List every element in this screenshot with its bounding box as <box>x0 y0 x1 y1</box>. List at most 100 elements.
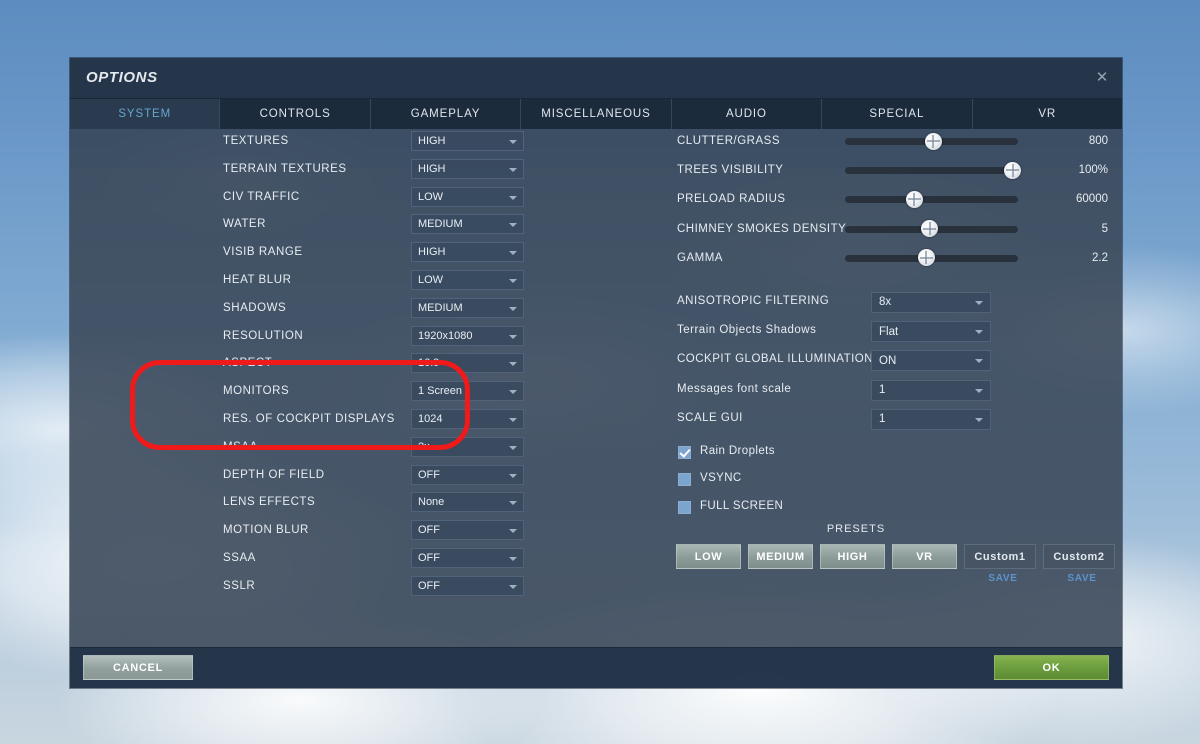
cancel-button[interactable]: CANCEL <box>83 655 193 680</box>
preset-button-vr[interactable]: VR <box>892 544 957 569</box>
setting-label: RESOLUTION <box>223 330 303 342</box>
dropdown-value: MEDIUM <box>418 218 463 230</box>
slider-thumb[interactable] <box>918 249 935 266</box>
slider-trees-visibility[interactable] <box>845 167 1018 174</box>
setting-label: ASPECT <box>223 357 272 369</box>
preset-button-custom2[interactable]: Custom2 <box>1043 544 1115 569</box>
slider-thumb[interactable] <box>925 133 942 150</box>
chevron-down-icon <box>509 390 517 394</box>
setting-row-textures: TEXTURES HIGH <box>70 129 590 157</box>
dropdown-motion-blur[interactable]: OFF <box>411 520 524 540</box>
setting-row-monitors: MONITORS 1 Screen <box>70 379 590 407</box>
preset-button-low[interactable]: LOW <box>676 544 741 569</box>
checkbox-label[interactable]: FULL SCREEN <box>700 500 783 512</box>
dropdown-res-of-cockpit-displays[interactable]: 1024 <box>411 409 524 429</box>
chevron-down-icon <box>509 196 517 200</box>
setting-row-shadows: SHADOWS MEDIUM <box>70 296 590 324</box>
dropdown-lens-effects[interactable]: None <box>411 492 524 512</box>
dropdown-value: 8x <box>879 296 891 308</box>
checkbox-label[interactable]: Rain Droplets <box>700 445 775 457</box>
slider-row-preload-radius: PRELOAD RADIUS 60000 <box>590 187 1122 216</box>
checkbox-label[interactable]: VSYNC <box>700 472 742 484</box>
setting-label: TERRAIN TEXTURES <box>223 163 347 175</box>
slider-clutter-grass[interactable] <box>845 138 1018 145</box>
tab-controls[interactable]: CONTROLS <box>220 99 370 129</box>
checkbox-vsync[interactable] <box>678 473 691 486</box>
preset-button-high[interactable]: HIGH <box>820 544 885 569</box>
slider-thumb[interactable] <box>921 220 938 237</box>
dropdown-value: 1 <box>879 384 885 396</box>
preset-button-medium[interactable]: MEDIUM <box>748 544 813 569</box>
tab-special[interactable]: SPECIAL <box>822 99 972 129</box>
slider-preload-radius[interactable] <box>845 196 1018 203</box>
slider-label: GAMMA <box>677 252 723 264</box>
dropdown-value: 1 Screen <box>418 385 462 397</box>
slider-row-chimney-smokes-density: CHIMNEY SMOKES DENSITY 5 <box>590 217 1122 246</box>
dropdown-value: Flat <box>879 326 898 338</box>
slider-value: 100% <box>1030 164 1108 176</box>
dropdown-visib-range[interactable]: HIGH <box>411 242 524 262</box>
checkbox-row-full-screen: FULL SCREEN <box>590 497 1122 525</box>
chevron-down-icon <box>509 557 517 561</box>
slider-gamma[interactable] <box>845 255 1018 262</box>
dropdown-heat-blur[interactable]: LOW <box>411 270 524 290</box>
dropdown-civ-traffic[interactable]: LOW <box>411 187 524 207</box>
slider-thumb[interactable] <box>906 191 923 208</box>
tab-audio[interactable]: AUDIO <box>672 99 822 129</box>
dropdown-textures[interactable]: HIGH <box>411 131 524 151</box>
ok-button[interactable]: OK <box>994 655 1109 680</box>
checkbox-rain-droplets[interactable] <box>678 446 691 459</box>
dropdown-scale-gui[interactable]: 1 <box>871 409 991 430</box>
preset-button-custom1[interactable]: Custom1 <box>964 544 1036 569</box>
dropdown-monitors[interactable]: 1 Screen <box>411 381 524 401</box>
checkbox-full-screen[interactable] <box>678 501 691 514</box>
setting-label: MONITORS <box>223 385 289 397</box>
close-icon[interactable]: ✕ <box>1090 66 1114 90</box>
dropdown-value: OFF <box>418 552 440 564</box>
chevron-down-icon <box>509 223 517 227</box>
slider-chimney-smokes-density[interactable] <box>845 226 1018 233</box>
slider-row-gamma: GAMMA 2.2 <box>590 246 1122 275</box>
dropdown-water[interactable]: MEDIUM <box>411 214 524 234</box>
setting-row-cockpit-global-illumination: COCKPIT GLOBAL ILLUMINATION ON <box>590 347 1122 376</box>
save-link-custom1[interactable]: SAVE <box>967 573 1039 584</box>
setting-label: MSAA <box>223 441 258 453</box>
tab-gameplay[interactable]: GAMEPLAY <box>371 99 521 129</box>
tab-miscellaneous[interactable]: MISCELLANEOUS <box>521 99 671 129</box>
dropdown-messages-font-scale[interactable]: 1 <box>871 380 991 401</box>
graphics-settings-column: TEXTURES HIGH TERRAIN TEXTURES HIGH CIV … <box>70 129 590 602</box>
setting-row-terrain-textures: TERRAIN TEXTURES HIGH <box>70 157 590 185</box>
dropdown-value: LOW <box>418 274 443 286</box>
dropdown-cockpit-global-illumination[interactable]: ON <box>871 350 991 371</box>
dropdown-ssaa[interactable]: OFF <box>411 548 524 568</box>
dialog-title-bar: OPTIONS ✕ <box>70 58 1122 99</box>
chevron-down-icon <box>975 330 983 334</box>
chevron-down-icon <box>509 140 517 144</box>
save-link-custom2[interactable]: SAVE <box>1046 573 1118 584</box>
dropdown-value: ON <box>879 355 896 367</box>
dropdown-msaa[interactable]: 2x <box>411 437 524 457</box>
dropdown-value: 1 <box>879 413 885 425</box>
chevron-down-icon <box>509 529 517 533</box>
dropdown-aspect[interactable]: 16:9 <box>411 353 524 373</box>
tab-vr[interactable]: VR <box>973 99 1122 129</box>
slider-thumb[interactable] <box>1004 162 1021 179</box>
dropdown-terrain-textures[interactable]: HIGH <box>411 159 524 179</box>
tab-system[interactable]: SYSTEM <box>70 99 220 129</box>
dropdown-anisotropic-filtering[interactable]: 8x <box>871 292 991 313</box>
dropdown-shadows[interactable]: MEDIUM <box>411 298 524 318</box>
setting-row-res-of-cockpit-displays: RES. OF COCKPIT DISPLAYS 1024 <box>70 407 590 435</box>
dropdown-value: 2x <box>418 441 430 453</box>
setting-label: CIV TRAFFIC <box>223 191 300 203</box>
dropdown-depth-of-field[interactable]: OFF <box>411 465 524 485</box>
tab-strip: SYSTEM CONTROLS GAMEPLAY MISCELLANEOUS A… <box>70 99 1122 129</box>
slider-label: TREES VISIBILITY <box>677 164 783 176</box>
setting-label: ANISOTROPIC FILTERING <box>677 295 829 307</box>
dropdown-resolution[interactable]: 1920x1080 <box>411 326 524 346</box>
setting-label: DEPTH OF FIELD <box>223 469 325 481</box>
dropdown-terrain-objects-shadows[interactable]: Flat <box>871 321 991 342</box>
setting-row-msaa: MSAA 2x <box>70 435 590 463</box>
setting-label: TEXTURES <box>223 135 289 147</box>
dropdown-sslr[interactable]: OFF <box>411 576 524 596</box>
setting-label: Messages font scale <box>677 383 791 395</box>
